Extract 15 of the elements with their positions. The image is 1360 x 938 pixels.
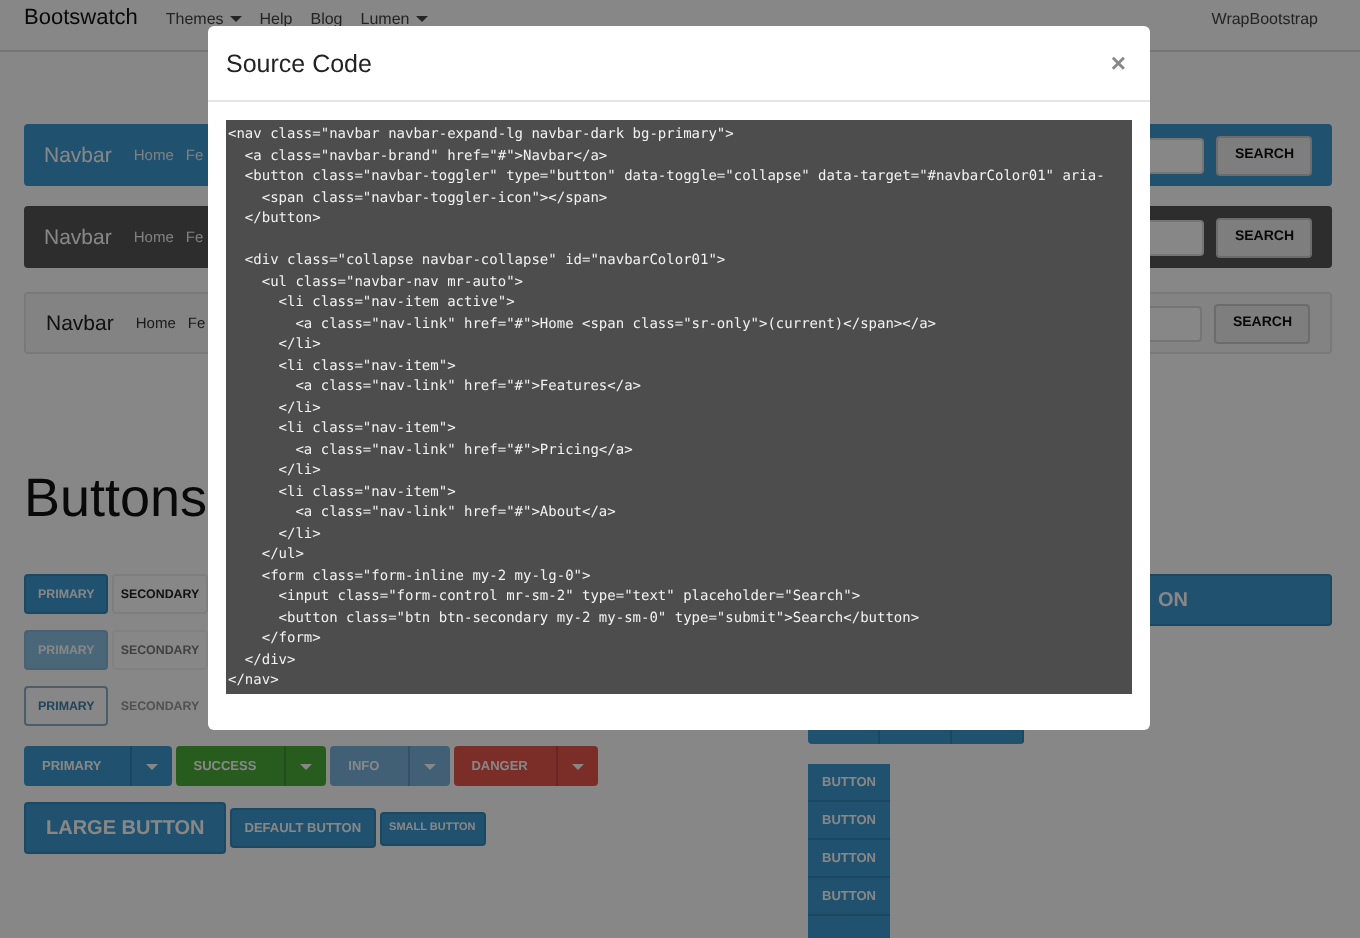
navbar-brand[interactable]: Navbar <box>46 311 114 335</box>
caret-icon <box>300 763 313 769</box>
navbar-brand[interactable]: Navbar <box>44 143 112 167</box>
nav-link[interactable]: WrapBootstrap <box>1211 8 1318 30</box>
dialog-title: Source Code <box>226 49 372 77</box>
caret-icon <box>145 763 158 769</box>
navbar-brand[interactable]: Navbar <box>44 225 112 249</box>
caret-icon <box>423 763 436 769</box>
close-button[interactable]: × <box>1102 48 1134 78</box>
nav-link[interactable]: Help <box>259 8 293 30</box>
section-heading: Buttons <box>24 466 208 532</box>
button[interactable]: LARGE BUTTON <box>24 802 227 854</box>
site-brand[interactable]: Bootswatch <box>24 6 138 32</box>
caret-icon <box>571 763 584 769</box>
nav-link[interactable]: Blog <box>310 8 343 30</box>
